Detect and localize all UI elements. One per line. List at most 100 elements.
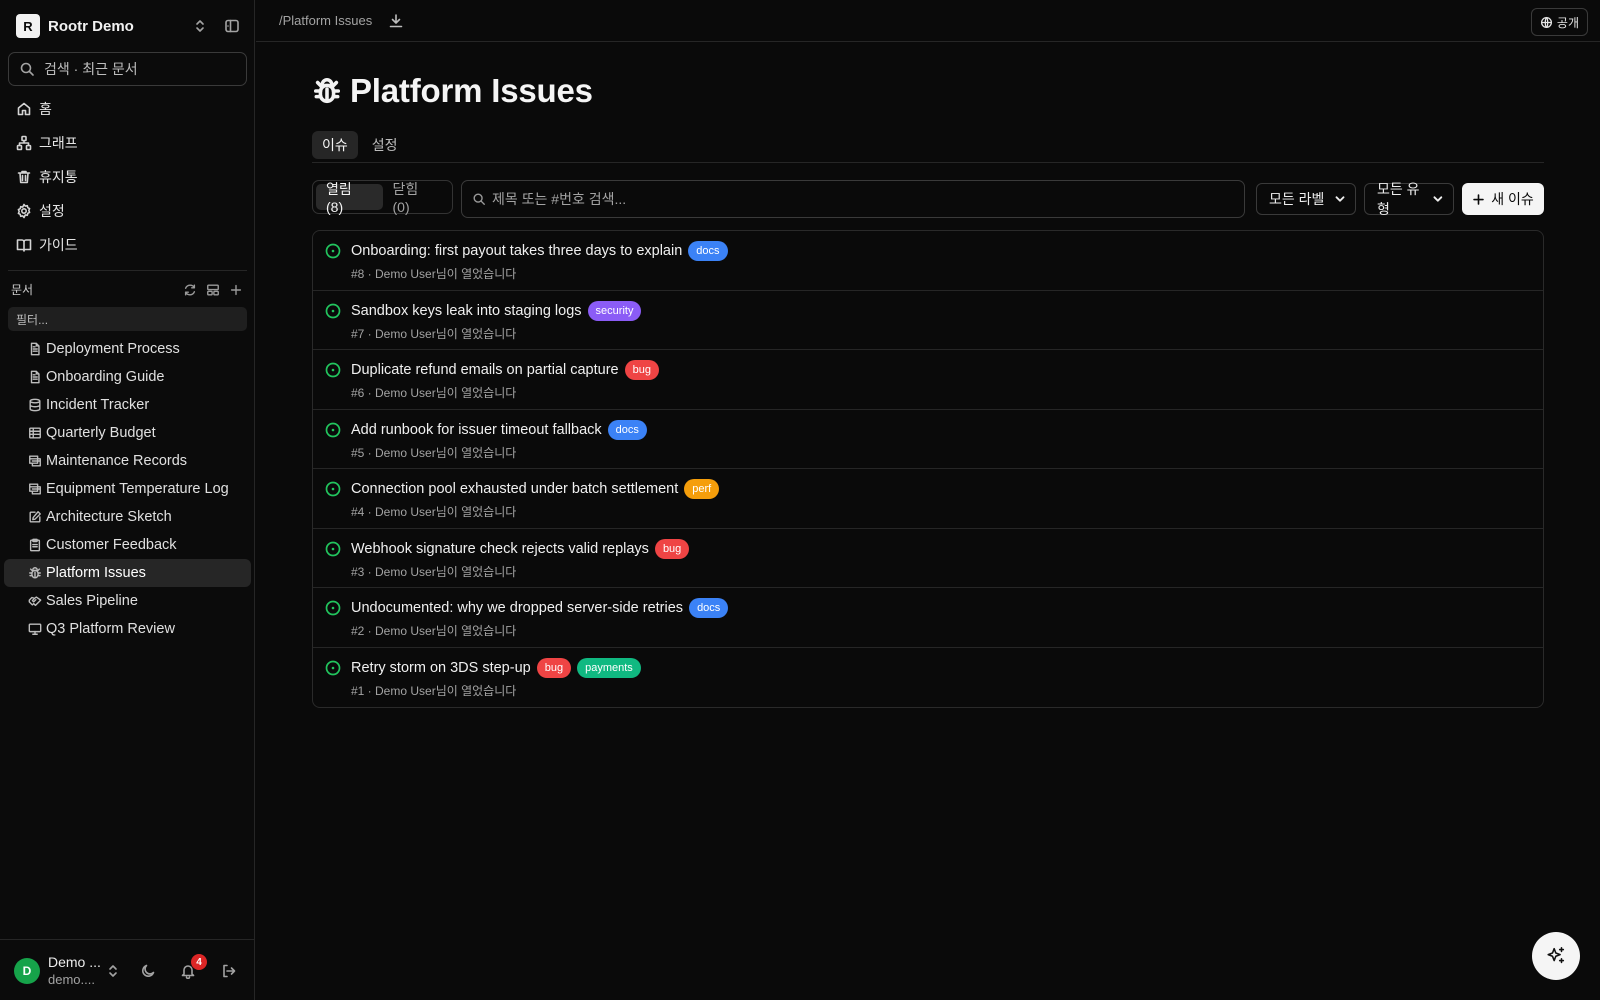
issue-row[interactable]: Sandbox keys leak into staging logs secur… bbox=[313, 291, 1543, 350]
issue-open-icon bbox=[325, 243, 341, 259]
document-item[interactable]: Onboarding Guide bbox=[4, 363, 251, 391]
document-item[interactable]: Deployment Process bbox=[4, 335, 251, 363]
nav-item-guide[interactable]: 가이드 bbox=[8, 228, 247, 262]
user-name: Demo ... bbox=[48, 954, 101, 970]
gear-icon bbox=[17, 203, 31, 219]
open-issues-toggle[interactable]: 열림 (8) bbox=[316, 181, 383, 215]
tab-settings[interactable]: 설정 bbox=[362, 131, 408, 159]
database-icon bbox=[29, 398, 41, 412]
document-item[interactable]: Equipment Temperature Log bbox=[4, 475, 251, 503]
nav-item-home[interactable]: 홈 bbox=[8, 92, 247, 126]
document-item[interactable]: Incident Tracker bbox=[4, 391, 251, 419]
pencil-square-icon bbox=[29, 511, 41, 523]
sidebar-divider bbox=[8, 270, 247, 271]
sidebar-toggle-icon[interactable] bbox=[224, 18, 240, 34]
avatar[interactable]: D bbox=[14, 958, 40, 984]
document-label: Platform Issues bbox=[46, 565, 146, 581]
chevron-up-down-icon[interactable] bbox=[105, 963, 121, 979]
filter-placeholder: 필터... bbox=[16, 312, 49, 327]
clipboard-icon bbox=[29, 538, 41, 552]
tab-issues[interactable]: 이슈 bbox=[312, 131, 358, 159]
download-icon[interactable] bbox=[388, 13, 404, 29]
issue-title[interactable]: Sandbox keys leak into staging logs bbox=[351, 303, 582, 319]
issue-row[interactable]: Retry storm on 3DS step-up bug payments #1 … bbox=[313, 648, 1543, 708]
breadcrumb[interactable]: /Platform Issues bbox=[279, 13, 372, 28]
issue-open-icon bbox=[325, 600, 341, 616]
closed-issues-toggle[interactable]: 닫힘 (0) bbox=[383, 181, 450, 215]
issue-title[interactable]: Connection pool exhausted under batch se… bbox=[351, 481, 678, 497]
issue-meta: #6 · Demo User님이 열었습니다 bbox=[351, 386, 517, 400]
issue-row[interactable]: Onboarding: first payout takes three day… bbox=[313, 231, 1543, 291]
workspace-switcher[interactable]: R Rootr Demo bbox=[16, 14, 240, 38]
nav-item-graph[interactable]: 그래프 bbox=[8, 126, 247, 160]
layout-icon[interactable] bbox=[206, 283, 220, 297]
document-item[interactable]: Sales Pipeline bbox=[4, 587, 251, 615]
nav-item-settings[interactable]: 설정 bbox=[8, 194, 247, 228]
type-filter-select[interactable]: 모든 유형 bbox=[1364, 181, 1454, 217]
document-item[interactable]: Quarterly Budget bbox=[4, 419, 251, 447]
issue-row[interactable]: Undocumented: why we dropped server-side… bbox=[313, 588, 1543, 648]
issue-row[interactable]: Webhook signature check rejects valid re… bbox=[313, 529, 1543, 588]
issue-search-input[interactable]: 제목 또는 #번호 검색... bbox=[461, 180, 1245, 218]
issue-title[interactable]: Onboarding: first payout takes three day… bbox=[351, 243, 682, 259]
plus-icon[interactable] bbox=[229, 283, 243, 297]
issue-title[interactable]: Duplicate refund emails on partial captu… bbox=[351, 362, 619, 378]
issue-head: Onboarding: first payout takes three day… bbox=[351, 241, 728, 261]
issue-head: Webhook signature check rejects valid re… bbox=[351, 538, 690, 559]
issue-label-badge[interactable]: perf bbox=[684, 479, 720, 499]
top-bar: /Platform Issues 공개 bbox=[256, 0, 1600, 42]
document-item[interactable]: Architecture Sketch bbox=[4, 503, 251, 531]
issue-meta: #2 · Demo User님이 열었습니다 bbox=[351, 624, 517, 638]
nav-item-trash[interactable]: 휴지통 bbox=[8, 160, 247, 194]
nav-item-label: 가이드 bbox=[39, 237, 78, 253]
issue-title[interactable]: Retry storm on 3DS step-up bbox=[351, 660, 531, 676]
issue-label-badge[interactable]: docs bbox=[689, 598, 729, 618]
issue-label-badge[interactable]: docs bbox=[607, 419, 647, 440]
sidebar-search[interactable]: 검색 · 최근 문서 bbox=[8, 52, 247, 86]
sidebar-nav: 홈 그래프 휴지통 설정 가이드 bbox=[8, 92, 247, 262]
new-issue-button[interactable]: 새 이슈 bbox=[1462, 183, 1544, 215]
moon-icon[interactable] bbox=[140, 963, 156, 979]
document-label: Quarterly Budget bbox=[46, 425, 156, 441]
issue-head: Retry storm on 3DS step-up bug payments bbox=[351, 657, 641, 678]
plus-icon bbox=[1473, 193, 1485, 205]
issue-label-badge[interactable]: bug bbox=[654, 538, 690, 559]
issue-open-icon bbox=[325, 541, 341, 556]
issue-title[interactable]: Webhook signature check rejects valid re… bbox=[351, 541, 649, 557]
nav-item-label: 그래프 bbox=[39, 135, 78, 151]
label-filter-select[interactable]: 모든 라벨 bbox=[1256, 183, 1356, 215]
issue-row[interactable]: Add runbook for issuer timeout fallback d… bbox=[313, 410, 1543, 469]
issue-search-placeholder: 제목 또는 #번호 검색... bbox=[492, 191, 627, 207]
issue-label-badge[interactable]: bug bbox=[536, 657, 572, 678]
page-title-text: Platform Issues bbox=[350, 72, 593, 109]
issue-open-icon bbox=[325, 303, 341, 318]
issue-label-badge[interactable]: security bbox=[587, 300, 642, 321]
nav-item-label: 홈 bbox=[39, 101, 52, 117]
document-item[interactable]: Q3 Platform Review bbox=[4, 615, 251, 643]
document-item-active[interactable]: Platform Issues bbox=[4, 559, 251, 587]
issue-title[interactable]: Add runbook for issuer timeout fallback bbox=[351, 422, 602, 438]
issue-open-icon bbox=[325, 422, 341, 437]
issue-row[interactable]: Duplicate refund emails on partial captu… bbox=[313, 350, 1543, 410]
document-item[interactable]: Customer Feedback bbox=[4, 531, 251, 559]
issue-meta: #4 · Demo User님이 열었습니다 bbox=[351, 505, 517, 519]
issue-title[interactable]: Undocumented: why we dropped server-side… bbox=[351, 600, 683, 616]
chevron-up-down-icon[interactable] bbox=[192, 18, 208, 34]
globe-icon bbox=[1540, 16, 1552, 28]
issue-label-badge[interactable]: payments bbox=[577, 657, 641, 678]
issue-label-badge[interactable]: bug bbox=[624, 360, 659, 380]
state-toggle: 열림 (8) 닫힘 (0) bbox=[312, 180, 453, 215]
issue-row[interactable]: Connection pool exhausted under batch se… bbox=[313, 469, 1543, 529]
search-icon bbox=[473, 193, 485, 205]
issue-meta: #8 · Demo User님이 열었습니다 bbox=[351, 267, 517, 281]
refresh-icon[interactable] bbox=[183, 283, 197, 297]
document-item[interactable]: Maintenance Records bbox=[4, 447, 251, 475]
ai-assistant-button[interactable] bbox=[1532, 932, 1580, 980]
logout-icon[interactable] bbox=[221, 963, 237, 979]
sheet-icon bbox=[29, 483, 41, 495]
issue-label-badge[interactable]: docs bbox=[688, 241, 728, 261]
publish-button[interactable]: 공개 bbox=[1530, 8, 1588, 36]
document-label: Deployment Process bbox=[46, 341, 180, 357]
new-issue-label: 새 이슈 bbox=[1491, 191, 1534, 207]
documents-filter-input[interactable]: 필터... bbox=[8, 307, 247, 331]
